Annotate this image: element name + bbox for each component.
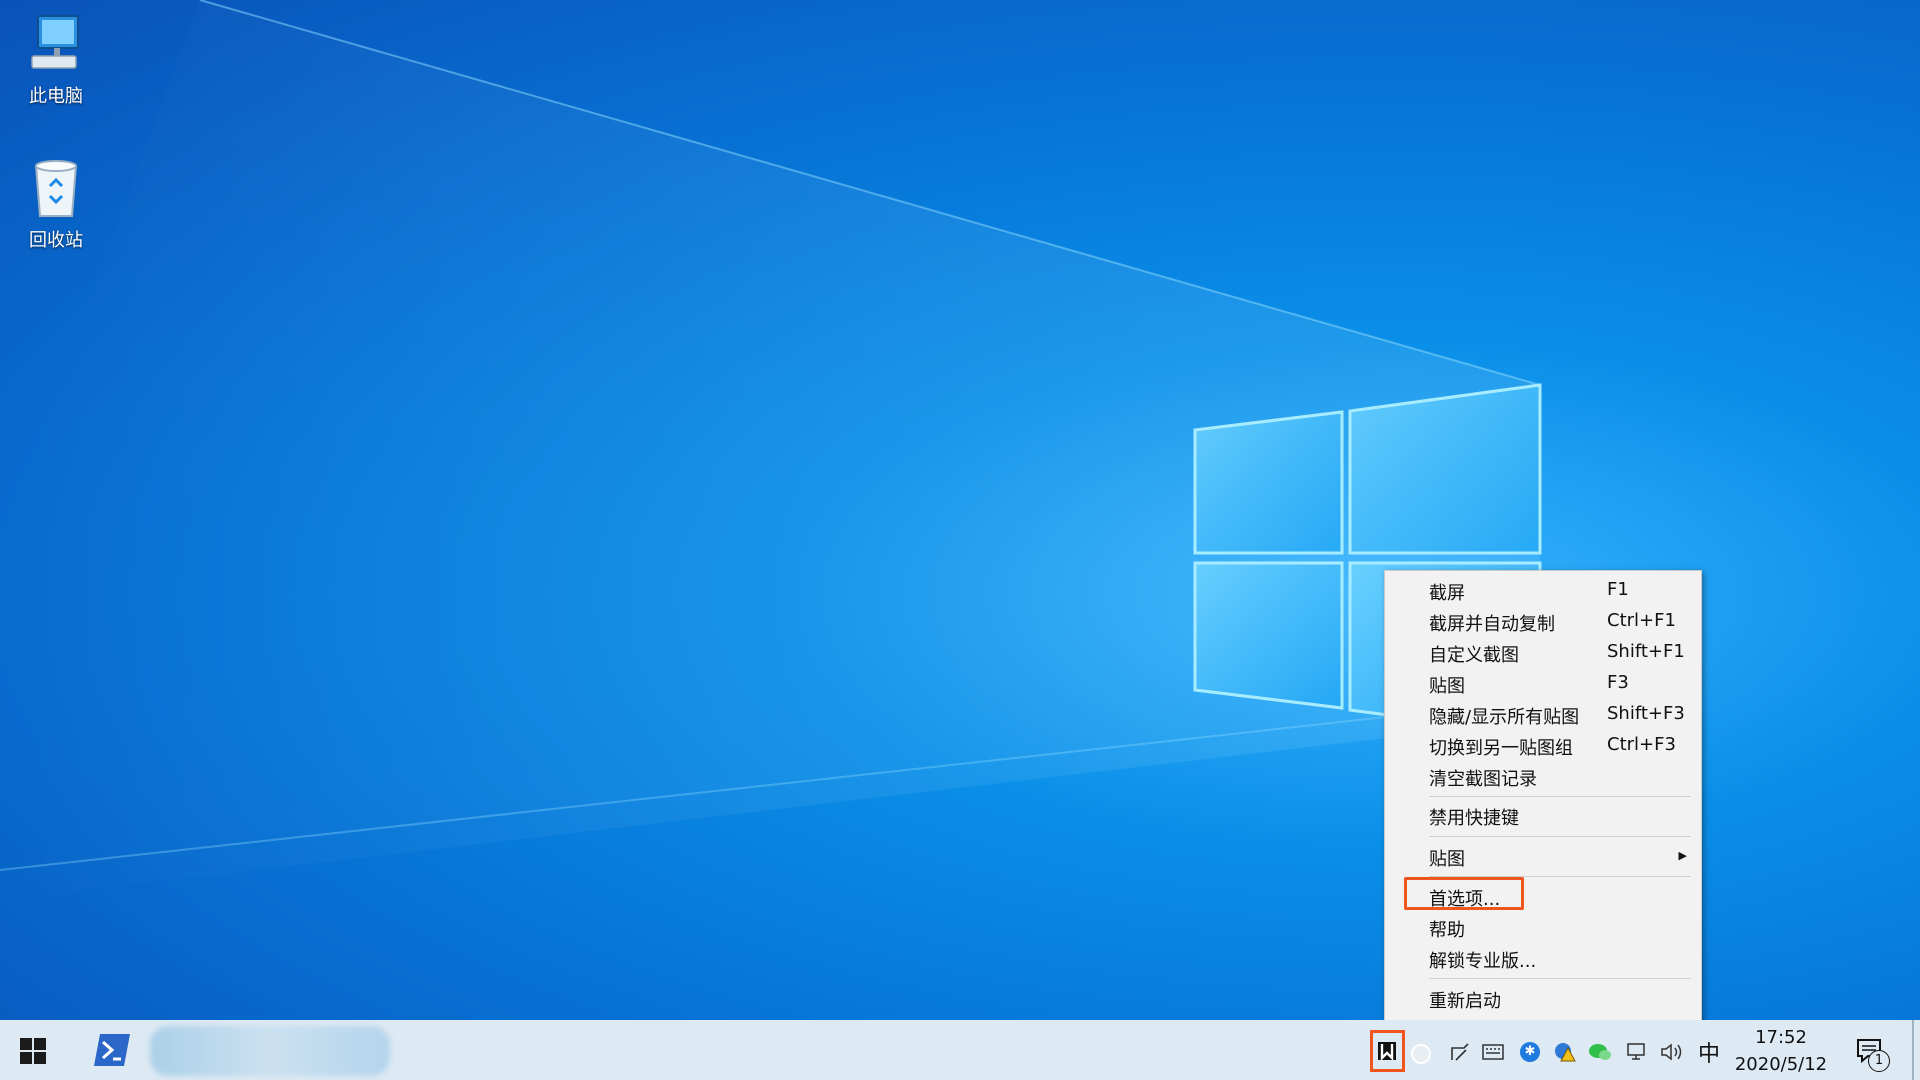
menu-item-restart[interactable]: 重新启动 <box>1385 983 1701 1013</box>
menu-item-label: 截屏 <box>1429 583 1465 604</box>
menu-item-label: 禁用快捷键 <box>1429 808 1519 829</box>
menu-item-help[interactable]: 帮助 <box>1385 912 1701 942</box>
menu-separator <box>1429 796 1691 797</box>
menu-item-label: 贴图 <box>1429 676 1465 697</box>
desktop-icon-recycle-bin[interactable]: 回收站 <box>6 156 106 252</box>
computer-icon <box>24 12 88 76</box>
recycle-bin-icon <box>24 156 88 220</box>
menu-item-shortcut: F1 <box>1607 579 1629 600</box>
submenu-arrow-icon: ▶ <box>1678 849 1687 862</box>
clock-time: 17:52 <box>1755 1027 1807 1048</box>
menu-item-paste-submenu[interactable]: 贴图 ▶ <box>1385 841 1701 871</box>
menu-item-unlock-pro[interactable]: 解锁专业版... <box>1385 943 1701 973</box>
bluetooth-icon[interactable]: ✱ <box>1520 1042 1540 1062</box>
menu-item-capture-copy[interactable]: 截屏并自动复制 Ctrl+F1 <box>1385 606 1701 636</box>
menu-item-label: 帮助 <box>1429 920 1465 941</box>
menu-item-disable-hotkeys[interactable]: 禁用快捷键 <box>1385 800 1701 830</box>
tray-pen-icon[interactable] <box>1450 1042 1470 1066</box>
menu-item-shortcut: Shift+F1 <box>1607 641 1685 662</box>
menu-item-label: 贴图 <box>1429 849 1465 870</box>
wechat-icon[interactable] <box>1588 1042 1612 1066</box>
windows-start-icon[interactable] <box>20 1038 46 1068</box>
menu-separator <box>1429 978 1691 979</box>
menu-item-shortcut: Ctrl+F1 <box>1607 610 1676 631</box>
tray-context-menu: 截屏 F1 截屏并自动复制 Ctrl+F1 自定义截图 Shift+F1 贴图 … <box>1384 570 1702 1048</box>
menu-item-shortcut: Shift+F3 <box>1607 703 1685 724</box>
taskbar-app-blurred[interactable] <box>150 1026 390 1076</box>
menu-item-label: 隐藏/显示所有贴图 <box>1429 707 1580 728</box>
menu-item-custom-capture[interactable]: 自定义截图 Shift+F1 <box>1385 637 1701 667</box>
volume-icon[interactable] <box>1660 1042 1684 1066</box>
tray-circle-icon[interactable] <box>1411 1044 1431 1064</box>
highlight-box-preferences <box>1404 877 1524 910</box>
menu-item-label: 切换到另一贴图组 <box>1429 738 1573 759</box>
menu-item-switch-group[interactable]: 切换到另一贴图组 Ctrl+F3 <box>1385 730 1701 760</box>
menu-item-label: 重新启动 <box>1429 991 1501 1012</box>
clock-date: 2020/5/12 <box>1734 1054 1828 1075</box>
menu-item-shortcut: Ctrl+F3 <box>1607 734 1676 755</box>
network-icon[interactable] <box>1626 1042 1648 1066</box>
powershell-icon[interactable] <box>94 1034 130 1070</box>
taskbar-clock[interactable]: 17:52 2020/5/12 <box>1726 1024 1836 1078</box>
snipaste-icon[interactable] <box>1376 1040 1398 1066</box>
notification-badge: 1 <box>1868 1050 1890 1072</box>
desktop-icon-label: 此电脑 <box>29 86 83 107</box>
menu-item-toggle-pastes[interactable]: 隐藏/显示所有贴图 Shift+F3 <box>1385 699 1701 729</box>
menu-item-capture[interactable]: 截屏 F1 <box>1385 575 1701 605</box>
warning-icon[interactable] <box>1554 1040 1576 1066</box>
show-desktop-edge[interactable] <box>1912 1020 1914 1080</box>
menu-item-label: 截屏并自动复制 <box>1429 614 1555 635</box>
desktop-icon-label: 回收站 <box>29 230 83 251</box>
menu-item-shortcut: F3 <box>1607 672 1629 693</box>
ime-indicator[interactable]: 中 <box>1698 1036 1720 1068</box>
tray-keyboard-icon[interactable] <box>1482 1044 1504 1064</box>
menu-item-label: 自定义截图 <box>1429 645 1519 666</box>
menu-item-label: 解锁专业版... <box>1429 951 1537 972</box>
menu-item-paste[interactable]: 贴图 F3 <box>1385 668 1701 698</box>
menu-item-label: 清空截图记录 <box>1429 769 1537 790</box>
menu-separator <box>1429 836 1691 837</box>
desktop-icon-this-pc[interactable]: 此电脑 <box>6 12 106 108</box>
menu-item-clear-history[interactable]: 清空截图记录 <box>1385 761 1701 791</box>
